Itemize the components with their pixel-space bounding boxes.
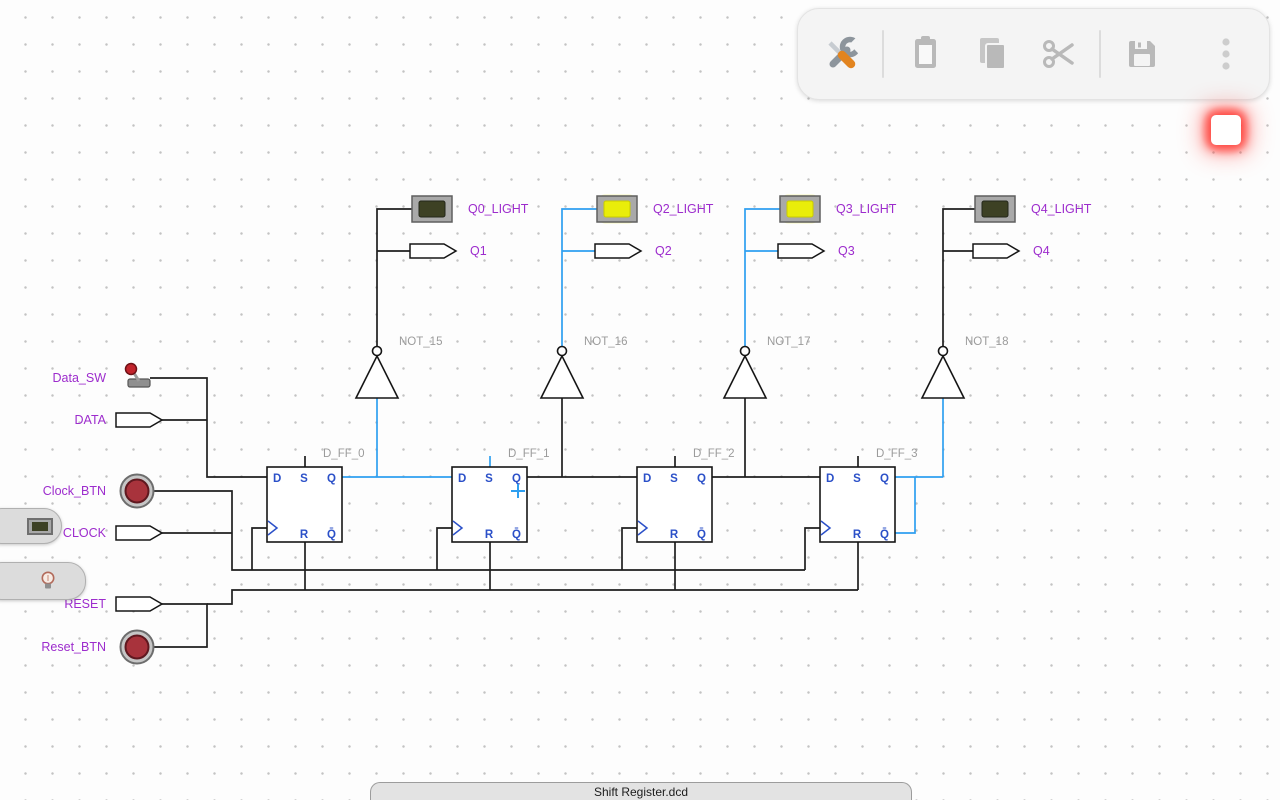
ff-pin-q: Q bbox=[880, 473, 889, 485]
schematic-canvas[interactable]: D S Q R Q̄ D_FF_0 D S Q R Q̄ D_FF_1 D S Q R Q̄ D_FF_2 D S Q R… bbox=[0, 0, 1280, 800]
output-pin-label: Q3 bbox=[838, 244, 855, 258]
not-gate-name: NOT_18 bbox=[965, 336, 1008, 348]
cut-button[interactable] bbox=[1033, 22, 1082, 86]
wire-black[interactable] bbox=[377, 209, 412, 346]
ff-pin-q: Q bbox=[327, 473, 336, 485]
ff-pin-s: S bbox=[853, 473, 861, 485]
scissors-icon bbox=[1036, 32, 1080, 76]
ff-pin-s: S bbox=[670, 473, 678, 485]
led-label: Q0_LIGHT bbox=[468, 202, 529, 216]
side-widget-led[interactable] bbox=[0, 508, 62, 544]
save-button[interactable] bbox=[1118, 22, 1167, 86]
not-gate-name: NOT_15 bbox=[399, 336, 442, 348]
more-options-button[interactable] bbox=[1202, 22, 1251, 86]
ff-pin-d: D bbox=[643, 473, 651, 485]
input-label: Reset_BTN bbox=[41, 640, 106, 654]
main-toolbar bbox=[797, 8, 1270, 100]
push-button-Clock_BTN[interactable]: Clock_BTN bbox=[43, 475, 154, 508]
not-gate-NOT_16[interactable]: NOT_16 bbox=[541, 336, 627, 398]
ff-pin-qbar: Q̄ bbox=[512, 529, 521, 541]
input-pin-DATA[interactable]: DATA bbox=[75, 413, 162, 427]
ff-pin-r: R bbox=[485, 529, 494, 541]
input-label: DATA bbox=[75, 413, 107, 427]
toolbar-separator bbox=[1099, 30, 1101, 78]
side-widget-lamp[interactable] bbox=[0, 562, 86, 600]
copy-button[interactable] bbox=[967, 22, 1016, 86]
output-pin-label: Q4 bbox=[1033, 244, 1050, 258]
d-flip-flop-D_FF_0[interactable]: D S Q R Q̄ D_FF_0 bbox=[267, 448, 365, 542]
led-label: Q2_LIGHT bbox=[653, 202, 714, 216]
wire-black[interactable] bbox=[207, 590, 858, 604]
stop-icon bbox=[1211, 115, 1241, 145]
output-pin-label: Q2 bbox=[655, 244, 672, 258]
led-label: Q4_LIGHT bbox=[1031, 202, 1092, 216]
d-flip-flop-D_FF_3[interactable]: D S Q R Q̄ D_FF_3 bbox=[820, 448, 918, 542]
d-flip-flop-D_FF_2[interactable]: D S Q R Q̄ D_FF_2 bbox=[637, 448, 735, 542]
led-Q4_LIGHT[interactable]: Q4_LIGHT bbox=[975, 196, 1092, 222]
wire-black[interactable] bbox=[252, 528, 267, 570]
file-tab[interactable]: Shift Register.dcd bbox=[370, 782, 912, 800]
wire-black[interactable] bbox=[805, 528, 820, 570]
flip-flop-name: D_FF_1 bbox=[508, 448, 550, 460]
save-icon bbox=[1120, 32, 1164, 76]
flip-flop-name: D_FF_2 bbox=[693, 448, 735, 460]
wire-blue[interactable] bbox=[895, 477, 915, 533]
not-gate-NOT_15[interactable]: NOT_15 bbox=[356, 336, 442, 398]
copy-icon bbox=[969, 32, 1013, 76]
led-Q0_LIGHT[interactable]: Q0_LIGHT bbox=[412, 196, 529, 222]
ff-pin-r: R bbox=[300, 529, 309, 541]
not-gate-NOT_17[interactable]: NOT_17 bbox=[724, 336, 810, 398]
wire-black[interactable] bbox=[150, 378, 267, 477]
ff-pin-q: Q bbox=[697, 473, 706, 485]
tools-icon bbox=[819, 32, 863, 76]
wire-black[interactable] bbox=[622, 528, 637, 570]
led-Q2_LIGHT[interactable]: Q2_LIGHT bbox=[597, 196, 714, 222]
ff-pin-r: R bbox=[670, 529, 679, 541]
output-pin-Q3[interactable]: Q3 bbox=[778, 244, 855, 258]
ff-pin-s: S bbox=[300, 473, 308, 485]
ff-pin-qbar: Q̄ bbox=[327, 529, 336, 541]
file-tab-label: Shift Register.dcd bbox=[594, 785, 688, 799]
led-widget-icon bbox=[27, 518, 53, 535]
input-label: Clock_BTN bbox=[43, 484, 106, 498]
flip-flop-name: D_FF_3 bbox=[876, 448, 918, 460]
output-pin-Q2[interactable]: Q2 bbox=[595, 244, 672, 258]
wire-black[interactable] bbox=[437, 528, 452, 570]
paste-button[interactable] bbox=[901, 22, 950, 86]
wire-blue[interactable] bbox=[745, 209, 780, 346]
input-pin-CLOCK[interactable]: CLOCK bbox=[63, 526, 162, 540]
input-label: Data_SW bbox=[53, 371, 107, 385]
ff-pin-r: R bbox=[853, 529, 862, 541]
toggle-switch-Data_SW[interactable]: Data_SW bbox=[53, 364, 151, 388]
ff-pin-s: S bbox=[485, 473, 493, 485]
not-gate-NOT_18[interactable]: NOT_18 bbox=[922, 336, 1008, 398]
not-gate-name: NOT_17 bbox=[767, 336, 810, 348]
vertical-ellipsis-icon bbox=[1204, 32, 1248, 76]
wire-blue[interactable] bbox=[562, 209, 597, 346]
wire-black[interactable] bbox=[943, 209, 975, 346]
output-pin-Q1[interactable]: Q1 bbox=[410, 244, 487, 258]
flip-flop-name: D_FF_0 bbox=[323, 448, 365, 460]
ff-pin-q: Q bbox=[512, 473, 521, 485]
output-pin-Q4[interactable]: Q4 bbox=[973, 244, 1050, 258]
stop-simulation-button[interactable] bbox=[1200, 104, 1252, 156]
paste-icon bbox=[903, 32, 947, 76]
ff-pin-qbar: Q̄ bbox=[880, 529, 889, 541]
d-flip-flop-D_FF_1[interactable]: D S Q R Q̄ D_FF_1 bbox=[452, 448, 550, 542]
not-gate-name: NOT_16 bbox=[584, 336, 627, 348]
led-Q3_LIGHT[interactable]: Q3_LIGHT bbox=[780, 196, 897, 222]
tools-button[interactable] bbox=[816, 22, 865, 86]
input-label: CLOCK bbox=[63, 526, 107, 540]
input-pin-RESET[interactable]: RESET bbox=[64, 597, 162, 611]
ff-pin-d: D bbox=[458, 473, 466, 485]
wire-black[interactable] bbox=[154, 604, 207, 647]
toolbar-separator bbox=[882, 30, 884, 78]
led-label: Q3_LIGHT bbox=[836, 202, 897, 216]
lamp-widget-icon bbox=[39, 570, 57, 592]
ff-pin-qbar: Q̄ bbox=[697, 529, 706, 541]
output-pin-label: Q1 bbox=[470, 244, 487, 258]
ff-pin-d: D bbox=[273, 473, 281, 485]
push-button-Reset_BTN[interactable]: Reset_BTN bbox=[41, 631, 153, 664]
ff-pin-d: D bbox=[826, 473, 834, 485]
